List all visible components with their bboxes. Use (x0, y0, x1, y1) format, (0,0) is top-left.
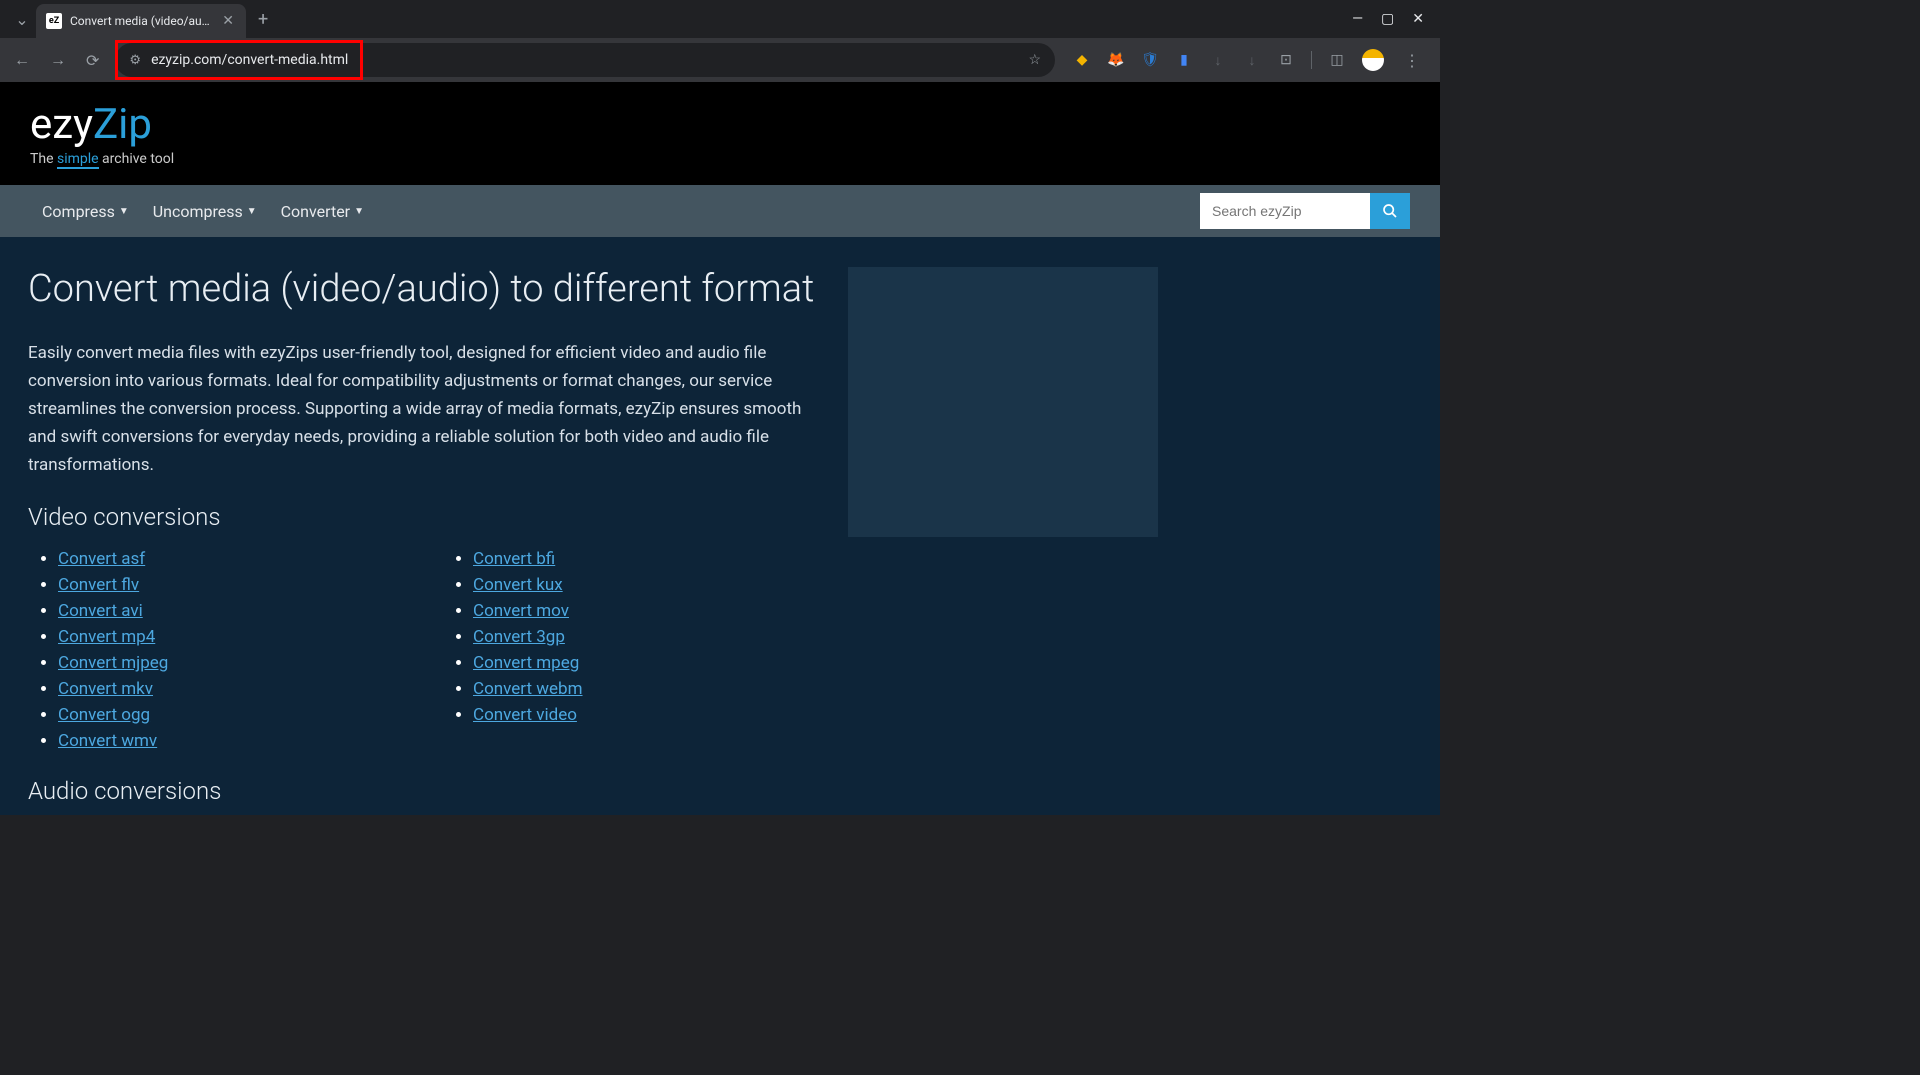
maximize-icon[interactable]: ▢ (1381, 11, 1394, 27)
list-item: Convert video (473, 705, 818, 725)
convert-link[interactable]: Convert asf (58, 549, 145, 569)
tab-close-icon[interactable]: ✕ (220, 13, 236, 29)
video-links-col2: Convert bfi Convert kux Convert mov Convert… (443, 549, 818, 757)
page-title: Convert media (video/audio) to different… (28, 267, 818, 311)
list-item: Convert wmv (58, 731, 403, 751)
url-text: ezyzip.com/convert-media.html (151, 52, 1018, 68)
list-item: Convert webm (473, 679, 818, 699)
profile-avatar[interactable] (1362, 49, 1384, 71)
convert-link[interactable]: Convert 3gp (473, 627, 565, 647)
page-description: Easily convert media files with ezyZips … (28, 339, 818, 479)
address-bar[interactable]: ⚙ ezyzip.com/convert-media.html ☆ (115, 43, 1055, 77)
convert-link[interactable]: Convert flv (58, 575, 139, 595)
nav-compress-label: Compress (42, 202, 115, 221)
main-column: Convert media (video/audio) to different… (28, 267, 818, 815)
list-item: Convert asf (58, 549, 403, 569)
tagline-mid: simple (57, 151, 99, 169)
convert-link[interactable]: Convert mp4 (58, 627, 155, 647)
page-viewport[interactable]: ezyZip The simple archive tool Compress ▼… (0, 82, 1440, 815)
video-links-col1: Convert asf Convert flv Convert avi Convert… (28, 549, 403, 757)
extension-icon-2[interactable]: 🦊 (1107, 51, 1125, 69)
convert-link[interactable]: Convert avi (58, 601, 143, 621)
logo-section: ezyZip The simple archive tool (0, 82, 1440, 185)
forward-button[interactable]: → (46, 46, 70, 74)
nav-uncompress-label: Uncompress (153, 202, 243, 221)
sidebar-ad-placeholder (848, 267, 1158, 537)
nav-converter[interactable]: Converter ▼ (269, 202, 376, 221)
list-item: Convert ogg (58, 705, 403, 725)
nav-converter-label: Converter (281, 202, 350, 221)
convert-link[interactable]: Convert webm (473, 679, 583, 699)
convert-link[interactable]: Convert mjpeg (58, 653, 168, 673)
list-item: Convert mp4 (58, 627, 403, 647)
search-input[interactable] (1200, 193, 1370, 229)
tab-bar: ⌄ eZ Convert media (video/audio) to ✕ + … (0, 0, 1440, 38)
site-logo[interactable]: ezyZip (30, 100, 1410, 149)
logo-part2: Zip (93, 100, 152, 149)
window-controls: — ▢ ✕ (1352, 11, 1440, 27)
browser-menu-icon[interactable]: ⋮ (1400, 51, 1424, 70)
convert-link[interactable]: Convert ogg (58, 705, 150, 725)
convert-link[interactable]: Convert mov (473, 601, 569, 621)
convert-link[interactable]: Convert mkv (58, 679, 153, 699)
page-content: Convert media (video/audio) to different… (0, 237, 1440, 815)
bookmark-star-icon[interactable]: ☆ (1028, 52, 1041, 68)
convert-link[interactable]: Convert kux (473, 575, 563, 595)
logo-tagline: The simple archive tool (30, 151, 1410, 167)
chevron-down-icon: ▼ (354, 206, 364, 217)
tagline-pre: The (30, 151, 57, 167)
main-navbar: Compress ▼ Uncompress ▼ Converter ▼ (0, 185, 1440, 237)
nav-uncompress[interactable]: Uncompress ▼ (141, 202, 269, 221)
extension-icon-4[interactable]: ▮ (1175, 51, 1193, 69)
extension-icon-6[interactable]: ↓ (1243, 51, 1261, 69)
tagline-post: archive tool (99, 151, 175, 167)
list-item: Convert avi (58, 601, 403, 621)
video-section-heading: Video conversions (28, 503, 818, 531)
extension-icon-5[interactable]: ↓ (1209, 51, 1227, 69)
chevron-down-icon: ▼ (247, 206, 257, 217)
close-icon[interactable]: ✕ (1412, 11, 1424, 27)
extension-icon-1[interactable]: ◆ (1073, 51, 1091, 69)
new-tab-button[interactable]: + (246, 9, 280, 30)
list-item: Convert mjpeg (58, 653, 403, 673)
side-panel-icon[interactable]: ◫ (1328, 51, 1346, 69)
list-item: Convert kux (473, 575, 818, 595)
tabs-dropdown[interactable]: ⌄ (8, 5, 36, 33)
extension-icons: ◆ 🦊 🛡 ▮ ↓ ↓ ⊡ ◫ ⋮ (1067, 49, 1430, 71)
tab-favicon: eZ (46, 13, 62, 29)
list-item: Convert mov (473, 601, 818, 621)
search-icon (1382, 203, 1398, 219)
chevron-down-icon: ▼ (119, 206, 129, 217)
toolbar-divider (1311, 51, 1312, 69)
video-links: Convert asf Convert flv Convert avi Convert… (28, 549, 818, 757)
site-info-icon[interactable]: ⚙ (129, 53, 141, 68)
search-button[interactable] (1370, 193, 1410, 229)
minimize-icon[interactable]: — (1352, 11, 1363, 27)
nav-search (1200, 193, 1410, 229)
tab-title: Convert media (video/audio) to (70, 14, 212, 28)
logo-part1: ezy (30, 100, 93, 149)
convert-link[interactable]: Convert bfi (473, 549, 555, 569)
browser-chrome: ⌄ eZ Convert media (video/audio) to ✕ + … (0, 0, 1440, 82)
back-button[interactable]: ← (10, 46, 34, 74)
browser-tab[interactable]: eZ Convert media (video/audio) to ✕ (36, 4, 246, 38)
convert-link[interactable]: Convert mpeg (473, 653, 579, 673)
list-item: Convert mkv (58, 679, 403, 699)
reload-button[interactable]: ⟳ (82, 47, 103, 74)
convert-link[interactable]: Convert video (473, 705, 577, 725)
extension-icon-3[interactable]: 🛡 (1141, 51, 1159, 69)
list-item: Convert bfi (473, 549, 818, 569)
list-item: Convert flv (58, 575, 403, 595)
nav-compress[interactable]: Compress ▼ (30, 202, 141, 221)
convert-link[interactable]: Convert wmv (58, 731, 157, 751)
extensions-menu-icon[interactable]: ⊡ (1277, 51, 1295, 69)
audio-section-heading: Audio conversions (28, 777, 818, 805)
list-item: Convert mpeg (473, 653, 818, 673)
list-item: Convert 3gp (473, 627, 818, 647)
browser-toolbar: ← → ⟳ ⚙ ezyzip.com/convert-media.html ☆ … (0, 38, 1440, 82)
